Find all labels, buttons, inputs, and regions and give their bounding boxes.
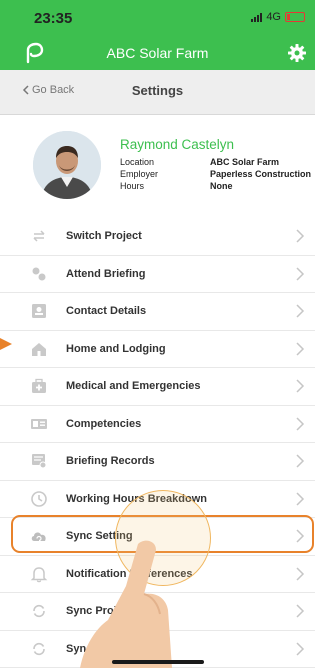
chevron-right-icon: [296, 566, 305, 581]
chevron-right-icon: [296, 454, 305, 468]
chevron-right-icon: [296, 641, 305, 656]
menu-item-competencies[interactable]: Competencies: [0, 405, 315, 443]
network-label: 4G: [266, 11, 281, 23]
avatar[interactable]: [33, 131, 101, 199]
chevron-right-icon: [296, 229, 305, 243]
profile-row-location: Location ABC Solar Farm: [120, 156, 311, 168]
home-icon: [32, 342, 46, 356]
pointer-arrow-icon: [0, 338, 12, 350]
chevron-right-icon: [296, 416, 305, 431]
clock-icon: [31, 490, 47, 507]
medical-icon: [32, 378, 46, 393]
profile-field-label: Hours: [120, 181, 145, 191]
profile-field-label: Employer: [120, 169, 159, 179]
menu-item-briefing-records[interactable]: Briefing Records: [0, 443, 315, 481]
chevron-right-icon: [296, 604, 305, 618]
menu-item-attend-briefing[interactable]: Attend Briefing: [0, 255, 315, 293]
profile-field-value: None: [210, 181, 233, 191]
menu-item-label: Medical and Emergencies: [66, 380, 201, 392]
back-label: Go Back: [32, 84, 75, 96]
menu-item-home-and-lodging[interactable]: Home and Lodging: [0, 330, 315, 368]
back-button[interactable]: Go Back: [22, 84, 74, 96]
bell-icon: [30, 566, 48, 582]
status-bar: 23:35 4G: [0, 0, 315, 36]
sync-icon: [33, 604, 45, 618]
chevron-right-icon: [296, 379, 305, 393]
gear-icon[interactable]: [287, 43, 307, 63]
profile-name: Raymond Castelyn: [120, 137, 235, 152]
profile-row-hours: Hours None: [120, 180, 311, 192]
profile-field-label: Location: [120, 157, 155, 167]
profile-card: Raymond Castelyn Location ABC Solar Farm…: [0, 115, 315, 219]
battery-icon: [285, 12, 305, 22]
records-icon: [32, 454, 47, 469]
menu-item-label: Contact Details: [66, 305, 147, 317]
menu-item-switch-project[interactable]: Switch Project: [0, 218, 315, 256]
contact-icon: [32, 304, 46, 318]
menu-item-contact-details[interactable]: Contact Details: [0, 293, 315, 331]
chevron-right-icon: [296, 491, 305, 506]
menu-item-medical-and-emergencies[interactable]: Medical and Emergencies: [0, 368, 315, 406]
profile-field-value: ABC Solar Farm: [210, 157, 280, 167]
home-indicator: [112, 660, 204, 664]
menu-item-label: Switch Project: [66, 230, 142, 242]
chevron-right-icon: [296, 341, 305, 356]
pointing-hand-icon: [80, 540, 172, 668]
chevron-left-icon: [22, 85, 29, 95]
profile-photo: [33, 131, 101, 199]
chevron-right-icon: [296, 304, 305, 318]
id-card-icon: [31, 418, 47, 429]
briefing-icon: [32, 267, 46, 280]
menu-item-label: Home and Lodging: [66, 342, 166, 355]
status-time: 23:35: [34, 10, 73, 27]
switch-icon: [33, 230, 45, 242]
menu-item-label: Competencies: [66, 417, 142, 430]
profile-field-value: Paperless Construction: [210, 169, 312, 179]
app-title: ABC Solar Farm: [106, 45, 209, 61]
menu-item-label: Briefing Records: [66, 455, 155, 467]
profile-row-employer: Employer Paperless Construction: [120, 168, 311, 180]
signal-icon: [251, 12, 263, 22]
chevron-right-icon: [296, 266, 305, 281]
profile-details: Location ABC Solar Farm Employer Paperle…: [120, 156, 311, 192]
sync-icon: [33, 642, 45, 655]
menu-item-label: Attend Briefing: [66, 267, 146, 280]
status-indicators: 4G: [251, 11, 305, 23]
app-bar: ABC Solar Farm: [0, 36, 315, 70]
navigation-bar: Go Back Settings: [0, 70, 315, 115]
